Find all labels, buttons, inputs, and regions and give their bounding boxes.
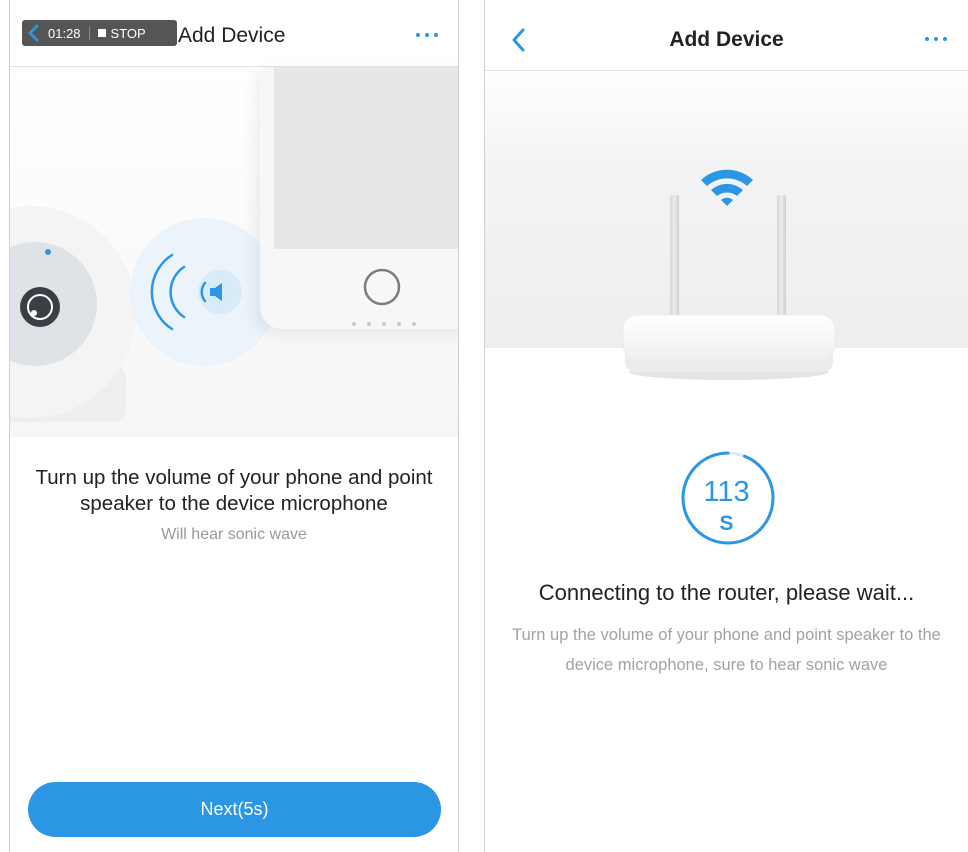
more-dots-icon[interactable] [921, 27, 951, 47]
sonic-pairing-illustration [10, 67, 458, 437]
next-button-label: Next(5s) [200, 799, 269, 819]
status-detail: Turn up the volume of your phone and poi… [512, 626, 941, 674]
countdown-unit: S [719, 512, 734, 535]
more-dots-icon[interactable] [412, 23, 442, 43]
instruction-subtext: Will hear sonic wave [161, 526, 307, 543]
screen-recording-pill[interactable]: 01:28 STOP [22, 20, 177, 46]
header-bar: Add Device [485, 0, 968, 71]
sound-wave-icon [140, 237, 250, 347]
divider [88, 26, 90, 40]
back-chevron-icon[interactable] [22, 20, 46, 46]
status-title: Connecting to the router, please wait... [538, 580, 915, 605]
recording-time: 01:28 [48, 25, 81, 41]
page-title: Add Device [669, 28, 784, 51]
left-screen: 01:28 STOP Add Device Turn up the volume… [9, 0, 459, 852]
wifi-icon [697, 162, 757, 212]
stop-square-icon [97, 29, 106, 37]
instruction-text: Turn up the volume of your phone and poi… [35, 466, 433, 515]
speaker-icon [208, 281, 232, 303]
page-title: Add Device [178, 24, 286, 47]
phone-illustration [260, 67, 458, 329]
stop-label[interactable]: STOP [111, 26, 146, 41]
right-screen: Add Device 113 S Connecting to the route… [484, 0, 968, 852]
header-bar: 01:28 STOP Add Device [10, 0, 458, 67]
next-button[interactable]: Next(5s) [28, 782, 441, 837]
countdown-value: 113 [703, 476, 750, 508]
